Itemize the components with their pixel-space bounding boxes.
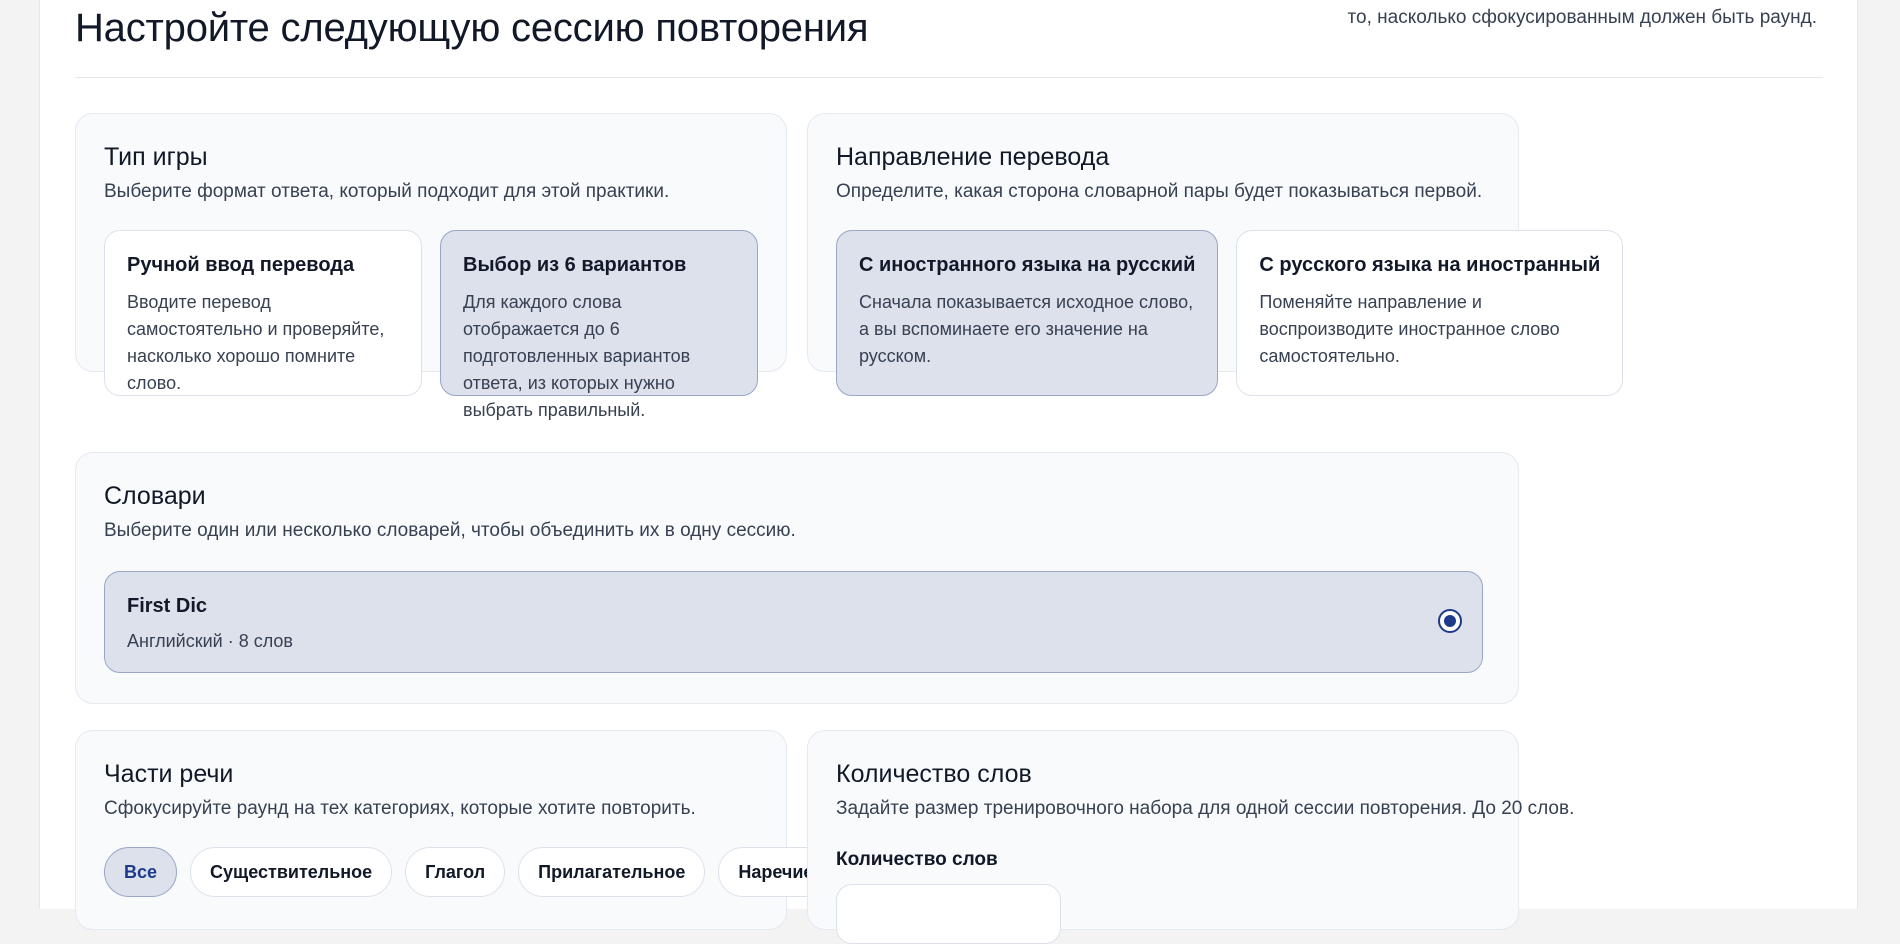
option-russian-to-foreign[interactable]: С русского языка на иностранный Поменяйт… — [1236, 230, 1624, 396]
panel-title: Направление перевода — [836, 143, 1110, 171]
option-title: Ручной ввод перевода — [127, 254, 355, 276]
panel-title: Части речи — [104, 760, 234, 788]
word-count-label: Количество слов — [836, 849, 998, 870]
panel-description: Сфокусируйте раунд на тех категориях, ко… — [104, 798, 696, 819]
word-count-input[interactable] — [836, 884, 1061, 944]
dictionary-item[interactable]: First Dic Английский · 8 слов — [104, 571, 1483, 673]
word-count-panel: Количество слов Задайте размер тренирово… — [807, 730, 1575, 944]
option-description: Поменяйте направление и воспроизводите и… — [1259, 292, 1560, 366]
dictionary-meta: Английский · 8 слов — [127, 631, 293, 651]
panel-title: Словари — [104, 482, 206, 510]
option-title: С русского языка на иностранный — [1259, 254, 1601, 276]
option-description: Сначала показывается исходное слово, а в… — [859, 292, 1194, 366]
option-title: С иностранного языка на русский — [859, 254, 1196, 276]
panel-description: Выберите один или несколько словарей, чт… — [104, 520, 796, 541]
header-divider — [75, 77, 1823, 78]
panel-title: Тип игры — [104, 143, 208, 171]
option-title: Выбор из 6 вариантов — [463, 254, 687, 276]
panel-description: Определите, какая сторона словарной пары… — [836, 181, 1483, 202]
game-type-options: Ручной ввод перевода Вводите перевод сам… — [104, 230, 758, 420]
direction-panel: Направление перевода Определите, какая с… — [807, 113, 1624, 396]
chip-all[interactable]: Все — [104, 847, 178, 897]
parts-of-speech-panel: Части речи Сфокусируйте раунд на тех кат… — [75, 730, 834, 930]
option-manual-input[interactable]: Ручной ввод перевода Вводите перевод сам… — [104, 230, 422, 396]
radio-selected-icon[interactable] — [1438, 609, 1462, 633]
chip-noun[interactable]: Существительное — [190, 847, 393, 897]
panel-description: Выберите формат ответа, который подходит… — [104, 181, 670, 202]
settings-page: Настройте следующую сессию повторения то… — [39, 0, 1858, 944]
dictionary-name: First Dic — [127, 595, 208, 617]
option-description: Вводите перевод самостоятельно и проверя… — [127, 292, 385, 393]
option-multiple-choice[interactable]: Выбор из 6 вариантов Для каждого слова о… — [440, 230, 758, 420]
page-hint: то, насколько сфокусированным должен быт… — [1347, 7, 1817, 28]
game-type-panel: Тип игры Выберите формат ответа, который… — [75, 113, 787, 420]
dictionaries-panel: Словари Выберите один или несколько слов… — [75, 452, 1519, 704]
panel-description: Задайте размер тренировочного набора для… — [836, 798, 1575, 819]
option-foreign-to-russian[interactable]: С иностранного языка на русский Сначала … — [836, 230, 1219, 396]
option-description: Для каждого слова отображается до 6 подг… — [463, 292, 691, 420]
chip-verb[interactable]: Глагол — [405, 847, 506, 897]
part-of-speech-chips: Все Существительное Глагол Прилагательно… — [104, 847, 834, 897]
panel-title: Количество слов — [836, 760, 1032, 788]
page-title: Настройте следующую сессию повторения — [75, 6, 869, 50]
chip-adjective[interactable]: Прилагательное — [518, 847, 706, 897]
direction-options: С иностранного языка на русский Сначала … — [836, 230, 1624, 396]
